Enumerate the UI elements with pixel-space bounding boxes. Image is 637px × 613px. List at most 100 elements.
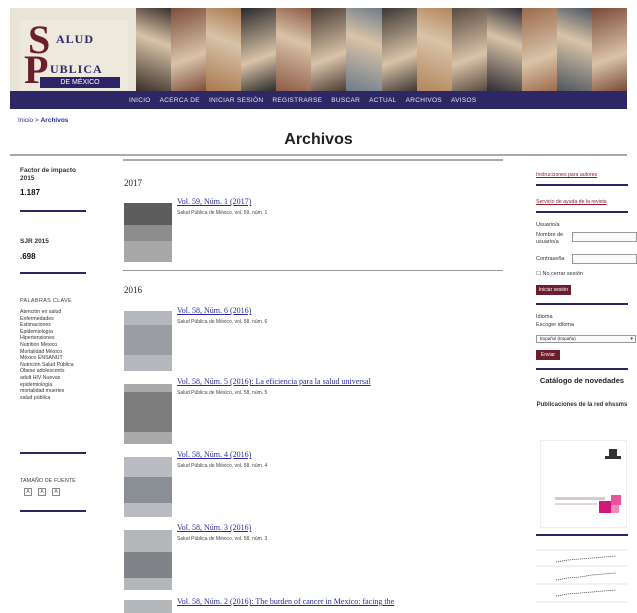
issue-subtitle: Salud Pública de México, vol. 58, núm. 6 — [177, 319, 268, 325]
keyword-link[interactable]: México ENSANUT — [20, 355, 90, 362]
keyword-link[interactable]: Nutrición Salud Pública — [20, 362, 90, 369]
nav-item-actual[interactable]: ACTUAL — [369, 97, 396, 104]
username-input[interactable] — [572, 232, 637, 242]
banner-photo-tile — [381, 8, 417, 91]
banner-photo-tile — [556, 8, 593, 91]
logo-text-mexico: DE MÉXICO — [40, 77, 120, 88]
citation-metrics-widget[interactable] — [534, 544, 630, 608]
issue-link[interactable]: Vol. 59, Núm. 1 (2017) — [177, 197, 251, 206]
right-divider — [536, 303, 628, 305]
banner-photo-tile — [311, 8, 347, 91]
issue-cover-image[interactable] — [124, 530, 172, 590]
impact-factor-value: 1.187 — [20, 188, 41, 197]
banner-photo-tile — [451, 8, 487, 91]
issue-link[interactable]: Vol. 58, Núm. 3 (2016) — [177, 523, 251, 532]
user-heading: Usuario/a — [536, 222, 560, 228]
left-divider — [20, 210, 86, 212]
issue-link[interactable]: Vol. 58, Núm. 6 (2016) — [177, 306, 251, 315]
nav-item-buscar[interactable]: BUSCAR — [331, 97, 360, 104]
impact-factor-label: Factor de impacto 2015 — [20, 167, 76, 182]
keyword-link[interactable]: salud pública — [20, 395, 90, 402]
issue-link[interactable]: Vol. 58, Núm. 5 (2016): La eficiencia pa… — [177, 377, 371, 386]
header-photo-banner — [136, 8, 628, 91]
issue-cover-image[interactable] — [124, 311, 172, 371]
keyword-link[interactable]: Epidemiología — [20, 329, 90, 336]
issue-subtitle: Salud Pública de México, vol. 58, núm. 3 — [177, 536, 268, 542]
keyword-cloud: PALABRAS CLAVE Atención en salud Enferme… — [20, 298, 90, 401]
issue-subtitle: Salud Pública de México, vol. 59, núm. 1 — [177, 210, 268, 216]
logo-text-publica: UBLICA — [50, 62, 103, 76]
catalog-subtitle: Publicaciones de la red ehssms — [536, 402, 628, 408]
authors-instructions-link[interactable]: Instrucciones para autores — [536, 172, 597, 178]
content-top-divider — [123, 159, 503, 161]
password-label: Contraseña — [536, 256, 565, 262]
keyword-link[interactable]: mortalidad muertes — [20, 388, 90, 395]
breadcrumb-separator: > — [35, 117, 39, 124]
language-select[interactable]: Español (España) ▾ — [536, 335, 636, 343]
issue-subtitle: Salud Pública de México, vol. 58, núm. 5 — [177, 390, 268, 396]
breadcrumb-current[interactable]: Archivos — [41, 117, 69, 124]
sjr-label: SJR 2015 — [20, 238, 49, 245]
issue-cover-image[interactable] — [124, 600, 172, 613]
site-header: S ALUD P UBLICA DE MÉXICO — [10, 8, 628, 92]
right-divider — [536, 211, 628, 213]
banner-photo-tile — [241, 8, 277, 91]
font-size-label: TAMAÑO DE FUENTE — [20, 478, 76, 484]
login-button[interactable]: Iniciar sesión — [536, 285, 571, 295]
issue-link[interactable]: Vol. 58, Núm. 4 (2016) — [177, 450, 251, 459]
banner-photo-tile — [206, 8, 242, 91]
keyword-link[interactable]: Mortalidad México — [20, 349, 90, 356]
issue-subtitle: Salud Pública de México, vol. 58, núm. 4 — [177, 463, 268, 469]
nav-item-archivos[interactable]: ARCHIVOS — [406, 97, 442, 104]
keyword-link[interactable]: Hipertensiones — [20, 335, 90, 342]
banner-photo-tile — [136, 8, 172, 91]
keyword-link[interactable]: epidemiología — [20, 382, 90, 389]
nav-item-iniciar-sesion[interactable]: INICIAR SESIÓN — [209, 97, 263, 104]
nav-item-avisos[interactable]: AVISOS — [451, 97, 477, 104]
year-divider — [123, 270, 503, 271]
keyword-link[interactable]: Obese adolescents — [20, 368, 90, 375]
chevron-down-icon: ▾ — [630, 336, 633, 342]
breadcrumb-home[interactable]: Inicio — [18, 117, 33, 124]
issue-cover-image[interactable] — [124, 457, 172, 517]
left-divider — [20, 452, 86, 454]
language-select-value: Español (España) — [540, 336, 576, 341]
keyword-link[interactable]: adult HIV Nuevas — [20, 375, 90, 382]
issue-cover-image[interactable] — [124, 384, 172, 444]
font-size-controls: A A A — [24, 488, 60, 496]
keyword-link[interactable]: Atención en salud — [20, 309, 90, 316]
catalog-promo-image[interactable] — [540, 440, 627, 528]
banner-photo-tile — [416, 8, 452, 91]
title-divider — [10, 154, 627, 156]
nav-item-registrarse[interactable]: REGISTRARSE — [272, 97, 322, 104]
font-large-icon[interactable]: A — [52, 488, 60, 496]
font-small-icon[interactable]: A — [24, 488, 32, 496]
keyword-link[interactable]: Nutrition Mexico — [20, 342, 90, 349]
right-divider — [536, 184, 628, 186]
logo-text-salud: ALUD — [56, 32, 95, 46]
font-medium-icon[interactable]: A — [38, 488, 46, 496]
banner-photo-tile — [346, 8, 382, 91]
language-label: Escoger idioma — [536, 322, 574, 328]
issue-link[interactable]: Vol. 58, Núm. 2 (2016): The burden of ca… — [177, 597, 394, 606]
catalog-graphic — [555, 449, 621, 513]
year-heading: 2016 — [124, 285, 142, 295]
password-input[interactable] — [572, 254, 637, 264]
keyword-link[interactable]: Enfermedades — [20, 316, 90, 323]
journal-help-link[interactable]: Servicio de ayuda de la revista — [536, 199, 607, 205]
remember-checkbox-row[interactable]: ☐ No cerrar sesión — [536, 271, 583, 278]
left-divider — [20, 272, 86, 274]
right-divider — [536, 368, 628, 370]
left-divider — [20, 510, 86, 512]
submit-language-button[interactable]: Enviar — [536, 350, 560, 360]
year-heading: 2017 — [124, 178, 142, 188]
sjr-value: .698 — [20, 252, 36, 261]
keyword-link[interactable]: Estimaciones — [20, 322, 90, 329]
issue-cover-image[interactable] — [124, 203, 172, 262]
breadcrumb: Inicio > Archivos — [18, 117, 68, 124]
keywords-heading: PALABRAS CLAVE — [20, 298, 72, 304]
metrics-sparkline-graphic — [536, 549, 628, 603]
nav-item-inicio[interactable]: INICIO — [129, 97, 151, 104]
journal-logo[interactable]: S ALUD P UBLICA DE MÉXICO — [20, 17, 128, 92]
nav-item-acerca[interactable]: ACERCA DE — [160, 97, 200, 104]
